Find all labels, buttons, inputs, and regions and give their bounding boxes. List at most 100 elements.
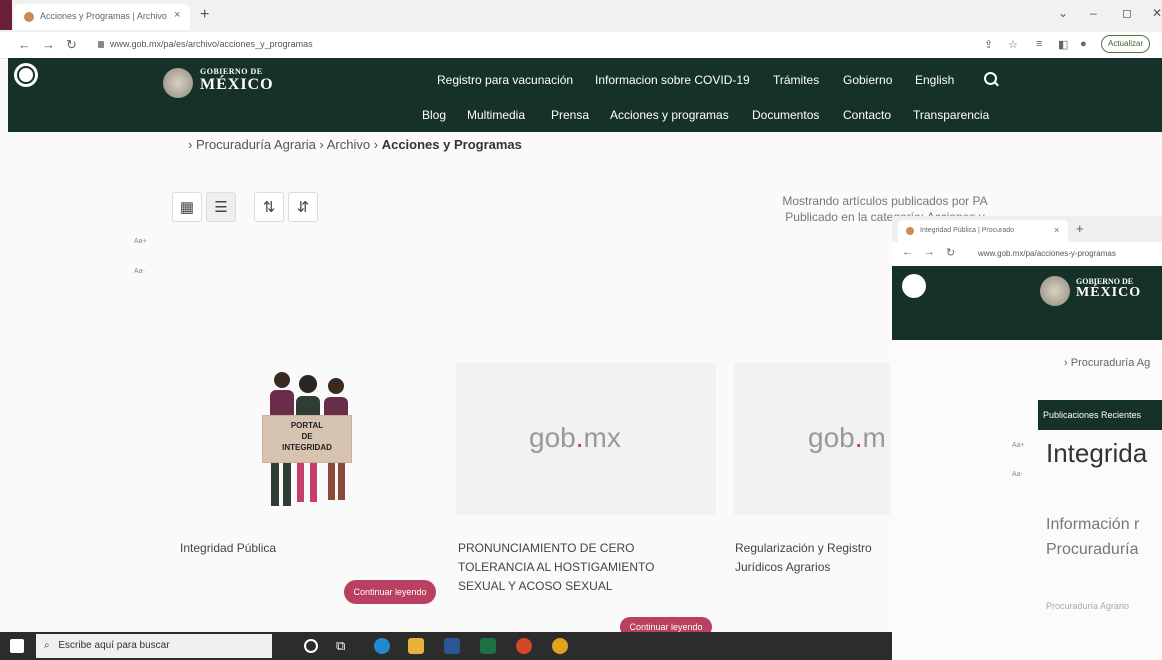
taskbar-search-field[interactable]: ⌕ Escribe aquí para buscar [36,634,272,658]
favicon-icon [24,12,34,22]
back-icon[interactable]: ← [902,246,913,258]
list-icon: ☰ [214,199,228,216]
nav-transparencia[interactable]: Transparencia [913,108,989,122]
site-logo[interactable]: GOBIERNO DE MÉXICO [200,68,274,93]
update-button[interactable]: Actualizar [1101,35,1151,53]
edge-icon[interactable] [374,638,390,654]
portal-sign-line: INTEGRIDAD [282,443,332,452]
portal-sign: PORTAL DE INTEGRIDAD [262,415,352,463]
breadcrumb: › Procuraduría Agraria › Archivo › Accio… [188,137,522,152]
font-increase-button[interactable]: Aa+ [134,238,147,245]
card-title-pronunciamiento[interactable]: PRONUNCIAMIENTO DE CERO TOLERANCIA AL HO… [458,539,678,596]
page-title: Integrida [1046,438,1148,468]
minimize-icon[interactable]: – [1090,6,1097,20]
search-icon: ⌕ [44,640,50,651]
breadcrumb-procuraduria[interactable]: Procuraduría Agraria [196,137,316,152]
gobmx-text: gob.m [808,422,886,453]
nav-english[interactable]: English [915,73,954,87]
nav-contacto[interactable]: Contacto [843,108,891,122]
task-view-icon[interactable]: ⧉ [336,638,345,654]
new-tab-button[interactable]: + [1076,221,1084,236]
url-field[interactable]: www.gob.mx/pa/es/archivo/acciones_y_prog… [98,39,313,49]
nav-tramites[interactable]: Trámites [773,73,819,87]
intro-line: Procuraduría [1046,541,1139,558]
sort-asc-icon: ⇅ [262,199,276,216]
nav-prensa[interactable]: Prensa [551,108,589,122]
tab-search-icon[interactable]: ⌄ [1058,6,1068,20]
close-window-icon[interactable]: ✕ [1152,6,1162,20]
bookmark-star-icon[interactable]: ☆ [1008,38,1018,51]
nav-gobierno[interactable]: Gobierno [843,73,892,87]
card-title-regularizacion[interactable]: Regularización y Registro Jurídicos Agra… [735,539,895,577]
government-seal-icon [163,68,193,98]
reading-list-icon[interactable]: ≡ [1036,38,1042,50]
recent-publications-tab[interactable]: Publicaciones Recientes [1038,400,1162,430]
intro-text: Información r Procuraduría [1046,512,1139,562]
gobmx-text: gob.mx [529,422,621,453]
footer-breadcrumb[interactable]: Procuraduría Agrario [1046,601,1129,611]
gobmx-dot: . [575,422,584,453]
breadcrumb-procuraduria[interactable]: Procuraduría Ag [1071,357,1151,369]
breadcrumb-archivo[interactable]: Archivo [327,137,370,152]
tab-close-icon[interactable]: × [1054,225,1059,235]
font-decrease-button[interactable]: Aa- [1012,471,1023,478]
powerpoint-icon[interactable] [516,638,532,654]
nav-vaccination[interactable]: Registro para vacunación [437,73,573,87]
url-text: www.gob.mx/pa/es/archivo/acciones_y_prog… [110,39,313,49]
chrome-icon[interactable] [552,638,568,654]
accessibility-icon[interactable] [14,63,38,87]
sort-desc-icon: ⇵ [296,199,310,216]
browser-tab-active[interactable]: Acciones y Programas | Archivo × [14,4,190,30]
font-decrease-button[interactable]: Aa- [134,268,145,275]
filter-author-text: Mostrando artículos publicados por PA [782,194,988,208]
profile-icon[interactable]: ● [1080,38,1087,50]
breadcrumb-separator: › [373,137,382,152]
logo-big-text: MÉXICO [1076,285,1142,300]
reload-icon[interactable]: ↻ [66,37,77,53]
sort-asc-button[interactable]: ⇅ [254,192,284,222]
excel-icon[interactable] [480,638,496,654]
window-corner [0,0,12,30]
government-seal-icon [1040,276,1070,306]
continue-reading-button[interactable]: Continuar leyendo [344,580,436,604]
reload-icon[interactable]: ↻ [946,246,955,259]
back-icon[interactable]: ← [18,37,31,52]
portal-sign-line: DE [301,432,313,441]
nav-multimedia[interactable]: Multimedia [467,108,525,122]
grid-icon: ▦ [179,199,195,216]
favicon-icon [906,227,914,235]
search-icon[interactable] [984,72,997,85]
browser-tab-active[interactable]: Integridad Pública | Procurado × [898,220,1068,242]
tab-title: Integridad Pública | Procurado [920,227,1015,234]
share-icon[interactable]: ⇪ [984,38,993,51]
site-logo[interactable]: GOBIERNO DE MÉXICO [1076,278,1141,300]
file-explorer-icon[interactable] [408,638,424,654]
card-title-integridad[interactable]: Integridad Pública [180,539,420,558]
list-view-button[interactable]: ☰ [206,192,236,222]
sort-desc-button[interactable]: ⇵ [288,192,318,222]
forward-icon[interactable]: → [42,37,55,52]
logo-small-text: GOBIERNO DE [200,67,263,76]
gobmx-logo-text: gob.m [808,422,886,454]
nav-acciones[interactable]: Acciones y programas [610,108,729,122]
grid-view-button[interactable]: ▦ [172,192,202,222]
second-browser-window: Integridad Pública | Procurado × + ← → ↻… [892,216,1162,660]
cortana-icon[interactable] [304,639,318,653]
font-increase-button[interactable]: Aa+ [1012,442,1025,449]
nav-documentos[interactable]: Documentos [752,108,819,122]
taskbar-search-placeholder: Escribe aquí para buscar [58,640,170,651]
nav-blog[interactable]: Blog [422,108,446,122]
restore-icon[interactable]: ◻ [1122,6,1132,20]
accessibility-icon[interactable] [902,274,926,298]
lock-icon [98,41,104,48]
url-field[interactable]: www.gob.mx/pa/acciones-y-programas [978,249,1116,258]
tab-close-icon[interactable]: × [174,9,180,21]
forward-icon[interactable]: → [924,246,935,258]
sidebar-icon[interactable]: ◧ [1058,38,1068,51]
windows-start-icon[interactable] [10,639,24,653]
tab-title: Acciones y Programas | Archivo [40,11,167,21]
nav-covid[interactable]: Informacion sobre COVID-19 [595,73,750,87]
gobmx-logo-text: gob.mx [529,422,621,454]
new-tab-button[interactable]: + [200,6,209,24]
word-icon[interactable] [444,638,460,654]
